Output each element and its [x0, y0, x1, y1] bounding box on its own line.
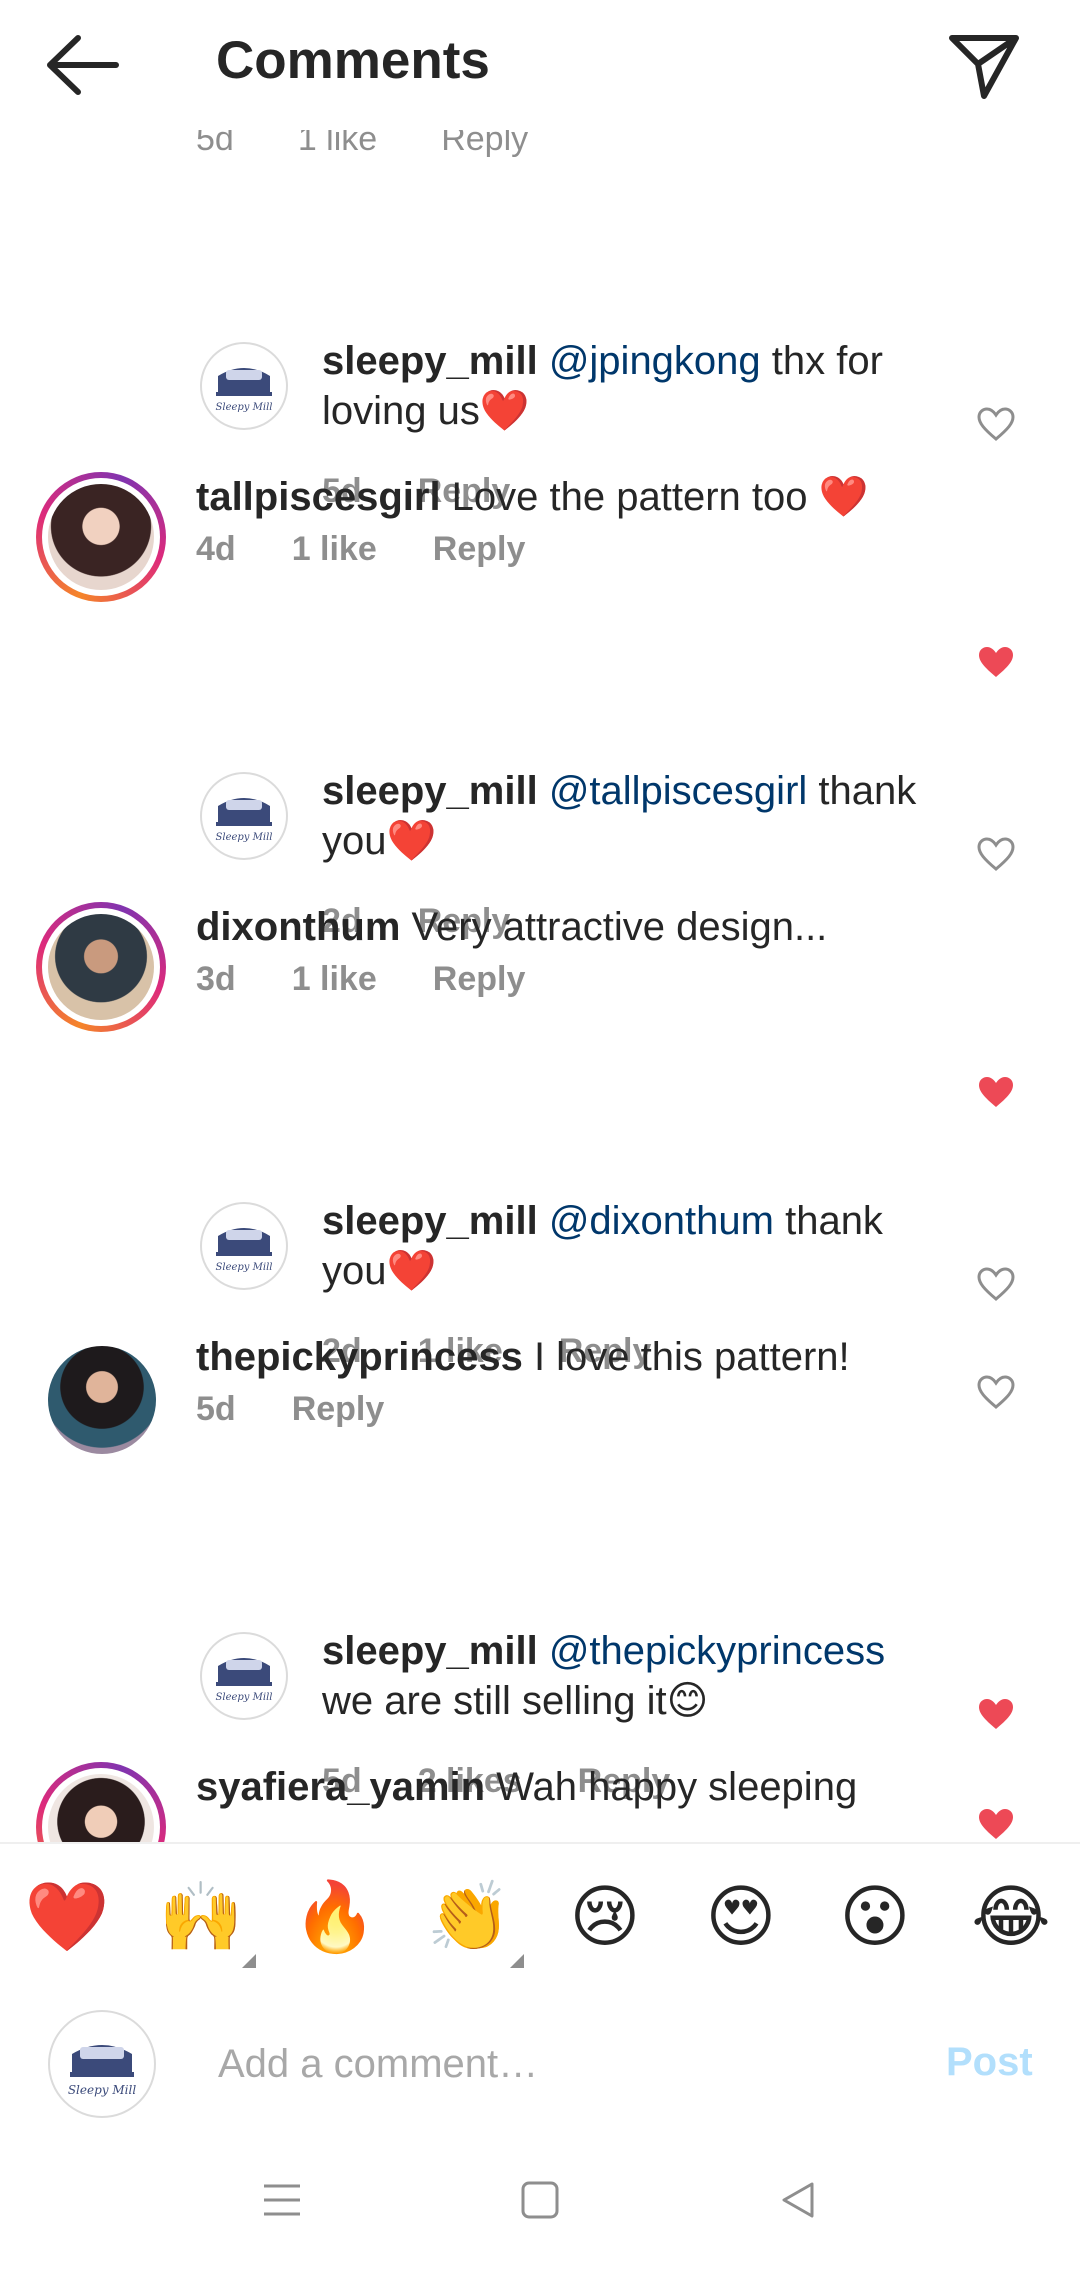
bed-logo-icon: Sleepy Mill: [216, 798, 273, 843]
menu-icon[interactable]: [262, 2180, 302, 2220]
heart-filled-icon[interactable]: [976, 1074, 1016, 1110]
avatar[interactable]: Sleepy Mill: [200, 772, 288, 860]
system-navigation-bar: [0, 2140, 1080, 2269]
avatar[interactable]: [36, 1762, 166, 1842]
page-title: Comments: [216, 31, 490, 90]
svg-text:Sleepy Mill: Sleepy Mill: [68, 2083, 137, 2097]
comment-text: tallpiscesgirl Love the pattern too ❤️: [196, 472, 956, 522]
comment-input[interactable]: [216, 2028, 920, 2100]
comment-username[interactable]: sleepy_mill: [322, 1629, 538, 1673]
comment-body: I love this pattern!: [522, 1335, 850, 1379]
comment-text: sleepy_mill @tallpiscesgirl thank you❤️: [322, 766, 1042, 866]
comment-body: thank: [773, 1199, 883, 1243]
avatar[interactable]: [36, 902, 166, 1032]
comment-body: Very attractive design...: [400, 905, 828, 949]
comment-likes[interactable]: 1 like: [292, 960, 377, 998]
home-square-icon[interactable]: [520, 2180, 560, 2220]
avatar[interactable]: Sleepy Mill: [200, 1202, 288, 1290]
back-arrow-icon[interactable]: [40, 30, 130, 100]
svg-text:Sleepy Mill: Sleepy Mill: [216, 1262, 273, 1273]
svg-text:Sleepy Mill: Sleepy Mill: [216, 832, 273, 843]
mention-link[interactable]: @dixonthum: [549, 1199, 774, 1243]
comment-body: Wah happy sleeping: [485, 1765, 858, 1809]
avatar[interactable]: [48, 1346, 156, 1454]
comment-text: sleepy_mill @jpingkong thx for loving us❤…: [322, 336, 1042, 436]
comment-meta: 5d Reply: [196, 1390, 440, 1429]
mention-link[interactable]: @jpingkong: [549, 339, 761, 383]
avatar[interactable]: Sleepy Mill: [200, 342, 288, 430]
heart-outline-icon[interactable]: [976, 836, 1016, 872]
reply-button[interactable]: Reply: [441, 130, 528, 159]
comment-body-line2: we are still selling it😊: [322, 1679, 709, 1723]
comment-username[interactable]: syafiera_yamin: [196, 1765, 485, 1809]
comment-body-line2: loving us❤️: [322, 389, 530, 433]
top-bar: Comments: [0, 0, 1080, 130]
avatar[interactable]: [36, 472, 166, 602]
heart-filled-icon[interactable]: [976, 1806, 1016, 1842]
skin-tone-indicator-icon: [510, 1954, 524, 1968]
comment-time: 5d: [196, 130, 234, 158]
comment-text: syafiera_yamin Wah happy sleeping: [196, 1762, 956, 1812]
comment-username[interactable]: sleepy_mill: [322, 1199, 538, 1243]
send-direct-icon[interactable]: [944, 26, 1024, 106]
comment-username[interactable]: tallpiscesgirl: [196, 475, 441, 519]
comment-username[interactable]: sleepy_mill: [322, 769, 538, 813]
emoji-raising-hands[interactable]: 🙌: [156, 1878, 246, 1958]
emoji-heart-eyes[interactable]: 😍: [696, 1878, 786, 1958]
emoji-heart[interactable]: ❤️: [22, 1878, 112, 1958]
avatar[interactable]: Sleepy Mill: [200, 1632, 288, 1720]
post-button[interactable]: Post: [946, 2040, 1033, 2085]
comment-meta: 3d 1 like Reply: [196, 960, 581, 999]
back-triangle-icon[interactable]: [778, 2180, 818, 2220]
bed-logo-icon: Sleepy Mill: [216, 1658, 273, 1703]
comment-body: thank: [807, 769, 917, 813]
heart-filled-icon[interactable]: [976, 644, 1016, 680]
emoji-fire[interactable]: 🔥: [290, 1878, 380, 1958]
comment-text: thepickyprincess I love this pattern!: [196, 1332, 956, 1382]
bed-logo-icon: Sleepy Mill: [68, 2045, 137, 2097]
emoji-crying-face[interactable]: 😢: [560, 1878, 650, 1958]
comment-likes[interactable]: 1 like: [298, 130, 377, 159]
heart-outline-icon[interactable]: [976, 406, 1016, 442]
comment-body: thx for: [760, 339, 883, 383]
heart-outline-icon[interactable]: [976, 1374, 1016, 1410]
emoji-clapping-hands[interactable]: 👏: [424, 1878, 514, 1958]
comment-text: dixonthum Very attractive design...: [196, 902, 956, 952]
emoji-surprised-face[interactable]: 😮: [830, 1878, 920, 1958]
comment-text: sleepy_mill @thepickyprincess we are stil…: [322, 1626, 1042, 1726]
comment-meta: 4d 1 like Reply: [196, 530, 581, 569]
comment-body-line2: you❤️: [322, 1249, 437, 1293]
mention-link[interactable]: @thepickyprincess: [549, 1629, 885, 1673]
comment-body: Love the pattern too ❤️: [440, 475, 869, 519]
comment-time: 3d: [196, 960, 236, 998]
reply-button[interactable]: Reply: [292, 1390, 385, 1428]
comment-text: sleepy_mill @dixonthum thank you❤️: [322, 1196, 1042, 1296]
skin-tone-indicator-icon: [242, 1954, 256, 1968]
comment-time: 4d: [196, 530, 236, 568]
heart-outline-icon[interactable]: [976, 1266, 1016, 1302]
bed-logo-icon: Sleepy Mill: [216, 1228, 273, 1273]
comments-list: 5d 1 like Reply Sleepy Mill sleepy_mill …: [0, 130, 1080, 1842]
comment-username[interactable]: thepickyprincess: [196, 1335, 523, 1379]
mention-link[interactable]: @tallpiscesgirl: [549, 769, 807, 813]
emoji-quick-bar: ❤️ 🙌 🔥 👏 😢 😍 😮 😂: [0, 1842, 1080, 1990]
svg-text:Sleepy Mill: Sleepy Mill: [216, 402, 273, 413]
reply-button[interactable]: Reply: [433, 530, 526, 568]
partial-comment-meta: 5d 1 like Reply: [196, 130, 528, 159]
comment-username[interactable]: sleepy_mill: [322, 339, 538, 383]
bed-logo-icon: Sleepy Mill: [216, 368, 273, 413]
comment-body-line2: you❤️: [322, 819, 437, 863]
emoji-tears-of-joy[interactable]: 😂: [966, 1878, 1056, 1958]
comment-likes[interactable]: 1 like: [292, 530, 377, 568]
heart-filled-icon[interactable]: [976, 1696, 1016, 1732]
svg-text:Sleepy Mill: Sleepy Mill: [216, 1692, 273, 1703]
my-avatar: Sleepy Mill: [48, 2010, 156, 2118]
comment-composer: Sleepy Mill Post: [0, 1988, 1080, 2140]
reply-button[interactable]: Reply: [433, 960, 526, 998]
comment-username[interactable]: dixonthum: [196, 905, 400, 949]
comment-time: 5d: [196, 1390, 236, 1428]
